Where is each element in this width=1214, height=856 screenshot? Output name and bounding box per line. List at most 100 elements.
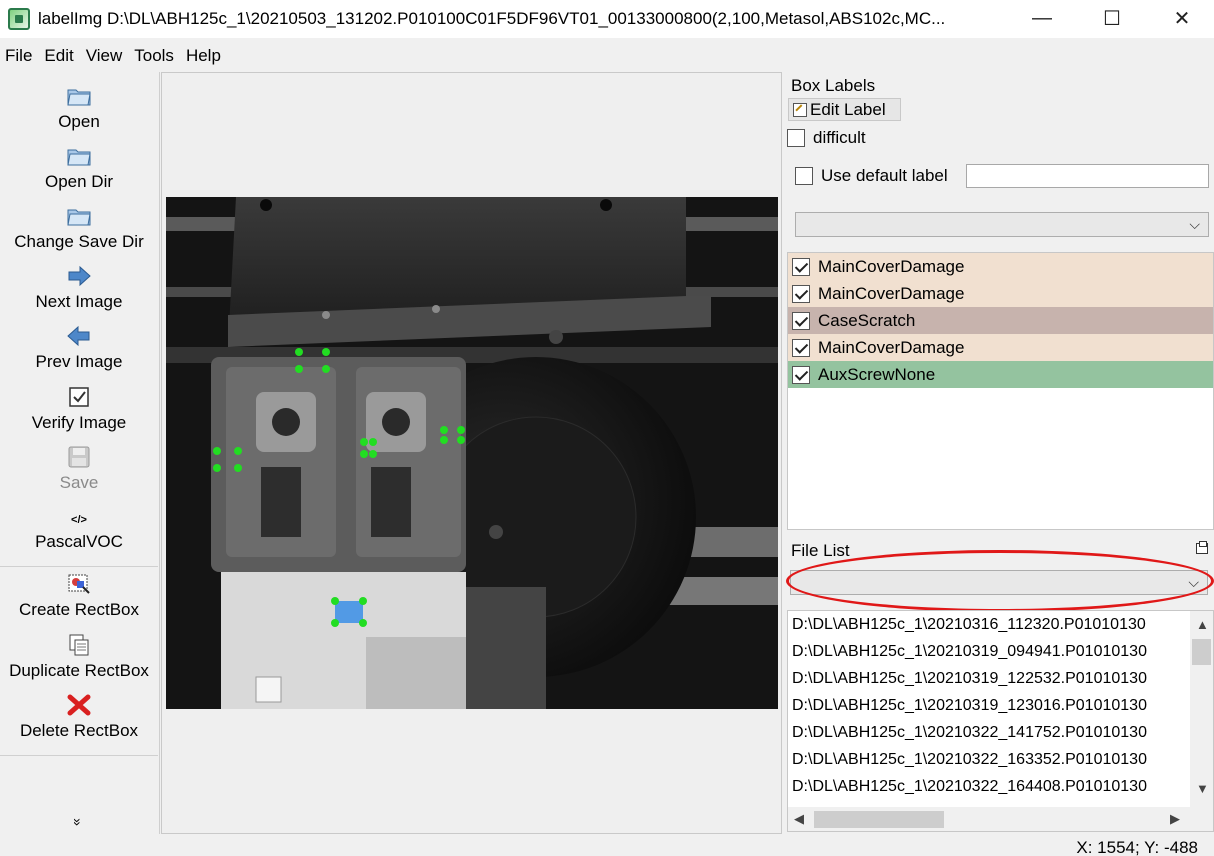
duplicate-rectbox-label: Duplicate RectBox [9, 661, 149, 680]
scroll-right-icon[interactable]: ▶ [1170, 811, 1180, 827]
edit-icon [793, 102, 807, 117]
image-canvas[interactable] [166, 197, 778, 709]
toolbar-separator [0, 755, 158, 756]
format-label: PascalVOC [35, 532, 123, 551]
edit-label-button[interactable]: Edit Label [788, 98, 901, 121]
scroll-left-icon[interactable]: ◀ [794, 811, 804, 827]
title-bar: labelImg D:\DL\ABH125c_1\20210503_131202… [0, 0, 1214, 38]
label-list-item[interactable]: AuxScrewNone [788, 361, 1213, 388]
status-bar: X: 1554; Y: -488 [0, 836, 1214, 856]
labeled-image [166, 197, 778, 709]
label-visibility-checkbox[interactable] [792, 365, 810, 384]
open-dir-button[interactable]: Open Dir [0, 144, 158, 192]
open-button[interactable]: Open [0, 84, 158, 132]
menu-view[interactable]: View [81, 46, 127, 66]
next-image-label: Next Image [35, 292, 123, 311]
scroll-down-icon[interactable]: ▼ [1196, 781, 1209, 796]
chevron-down-icon: ⌵ [1188, 574, 1199, 590]
menu-file[interactable]: File [0, 46, 36, 66]
arrow-right-icon [66, 264, 92, 290]
file-list[interactable]: D:\DL\ABH125c_1\20210316_112320.P0101013… [787, 610, 1214, 832]
file-list-item[interactable]: D:\DL\ABH125c_1\20210319_094941.P0101013… [788, 638, 1190, 665]
prev-image-label: Prev Image [35, 352, 123, 371]
canvas-area[interactable] [161, 72, 782, 834]
edit-label-text: Edit Label [810, 99, 886, 119]
use-default-label-box[interactable] [795, 167, 813, 185]
next-image-button[interactable]: Next Image [0, 264, 158, 312]
label-visibility-checkbox[interactable] [792, 338, 810, 357]
vertical-scroll-thumb[interactable] [1192, 639, 1211, 665]
save-button[interactable]: Save [0, 445, 158, 493]
default-label-input[interactable] [966, 164, 1209, 188]
file-list-title: File List [791, 541, 850, 560]
menu-tools[interactable]: Tools [129, 46, 178, 66]
delete-rectbox-label: Delete RectBox [19, 721, 139, 740]
label-name: MainCoverDamage [818, 337, 965, 357]
checkbox-checked-icon [66, 385, 92, 411]
create-rectbox-button[interactable]: Create RectBox [0, 572, 158, 620]
change-save-dir-button[interactable]: Change Save Dir [0, 204, 158, 252]
file-list-item[interactable]: D:\DL\ABH125c_1\20210322_141752.P0101013… [788, 719, 1190, 746]
label-name: AuxScrewNone [818, 364, 936, 384]
format-toggle-button[interactable]: </> PascalVOC [0, 510, 158, 552]
label-list-item[interactable]: CaseScratch [788, 307, 1213, 334]
menu-help[interactable]: Help [181, 46, 225, 66]
verify-image-button[interactable]: Verify Image [0, 385, 158, 433]
file-filter-combo-box[interactable]: ⌵ [790, 570, 1208, 595]
prev-image-button[interactable]: Prev Image [0, 324, 158, 372]
vertical-scrollbar[interactable]: ▲ ▼ [1190, 611, 1213, 807]
folder-icon [66, 144, 92, 170]
float-dock-icon[interactable] [1196, 541, 1208, 554]
toolbar-separator [0, 566, 158, 567]
horizontal-scroll-thumb[interactable] [814, 811, 944, 828]
app-icon [8, 8, 30, 30]
label-visibility-checkbox[interactable] [792, 311, 810, 330]
label-visibility-checkbox[interactable] [792, 284, 810, 303]
open-label: Open [58, 112, 100, 131]
close-button[interactable]: ✕ [1146, 0, 1214, 36]
difficult-checkbox-box[interactable] [787, 129, 805, 147]
file-list-item[interactable]: D:\DL\ABH125c_1\20210322_163352.P0101013… [788, 746, 1190, 773]
copy-icon [66, 633, 92, 659]
verify-image-label: Verify Image [31, 413, 127, 432]
difficult-label: difficult [813, 128, 866, 147]
scroll-up-icon[interactable]: ▲ [1196, 617, 1209, 632]
label-list-item[interactable]: MainCoverDamage [788, 280, 1213, 307]
create-rectbox-label: Create RectBox [19, 600, 139, 619]
horizontal-scrollbar[interactable]: ◀ ▶ [788, 807, 1213, 831]
menu-edit[interactable]: Edit [39, 46, 77, 66]
folder-icon [66, 84, 92, 110]
cursor-coordinates: X: 1554; Y: -488 [1076, 838, 1198, 856]
chevron-down-icon: ⌵ [1189, 216, 1200, 232]
use-default-label-text: Use default label [821, 166, 948, 185]
arrow-left-icon [66, 324, 92, 350]
maximize-button[interactable]: ☐ [1076, 0, 1148, 36]
label-visibility-checkbox[interactable] [792, 257, 810, 276]
tool-bar: Open Open Dir Change Save Dir Next Image… [0, 72, 160, 834]
use-default-label-checkbox[interactable]: Use default label [795, 166, 948, 186]
minimize-button[interactable]: — [1006, 0, 1078, 36]
file-list-item[interactable]: D:\DL\ABH125c_1\20210319_123016.P0101013… [788, 692, 1190, 719]
file-rows: D:\DL\ABH125c_1\20210316_112320.P0101013… [788, 611, 1213, 800]
delete-x-icon [66, 693, 92, 719]
window-title: labelImg D:\DL\ABH125c_1\20210503_131202… [38, 9, 946, 28]
code-icon: </> [71, 514, 87, 526]
file-list-item[interactable]: D:\DL\ABH125c_1\20210319_122532.P0101013… [788, 665, 1190, 692]
label-list[interactable]: MainCoverDamage MainCoverDamage CaseScratc… [787, 252, 1214, 530]
floppy-disk-icon [66, 445, 92, 471]
file-list-item[interactable]: D:\DL\ABH125c_1\20210316_112320.P0101013… [788, 611, 1190, 638]
label-list-item[interactable]: MainCoverDamage [788, 334, 1213, 361]
difficult-checkbox[interactable]: difficult [787, 128, 866, 148]
change-save-dir-label: Change Save Dir [14, 232, 144, 251]
toolbar-extension-button[interactable]: » [70, 814, 86, 830]
delete-rectbox-button[interactable]: Delete RectBox [0, 693, 158, 741]
open-dir-label: Open Dir [44, 172, 114, 191]
duplicate-rectbox-button[interactable]: Duplicate RectBox [0, 633, 158, 681]
folder-icon [66, 204, 92, 230]
label-name: MainCoverDamage [818, 256, 965, 276]
label-combo-box[interactable]: ⌵ [795, 212, 1209, 237]
label-name: MainCoverDamage [818, 283, 965, 303]
label-list-item[interactable]: MainCoverDamage [788, 253, 1213, 280]
file-list-item[interactable]: D:\DL\ABH125c_1\20210322_164408.P0101013… [788, 773, 1190, 800]
create-rect-icon [66, 572, 92, 598]
